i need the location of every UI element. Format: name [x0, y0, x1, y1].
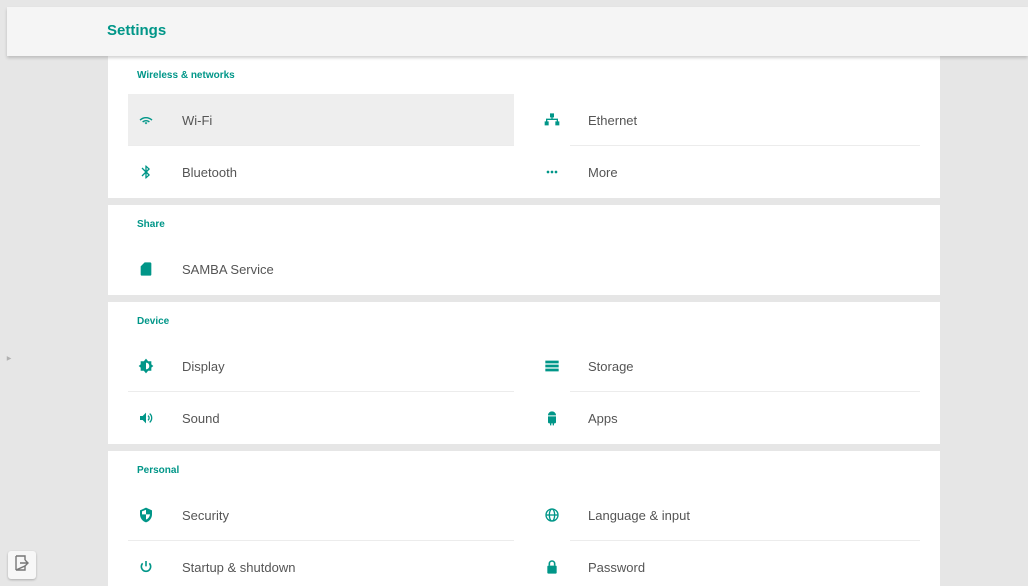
ethernet-icon: [544, 112, 560, 128]
settings-item-label: More: [588, 164, 618, 180]
section-title: Device: [137, 316, 170, 327]
storage-icon: [544, 358, 560, 374]
android-icon: [544, 410, 560, 426]
settings-item-wifi[interactable]: Wi-Fi: [128, 94, 514, 146]
chevron-right-icon: ▶: [6, 355, 12, 362]
section-share: Share SAMBA Service: [108, 205, 940, 295]
settings-item-label: Sound: [182, 410, 220, 426]
section-personal: Personal Security Language & input Start…: [108, 451, 940, 586]
settings-item-label: Storage: [588, 358, 634, 374]
side-panel-handle[interactable]: ▶: [4, 348, 14, 368]
settings-item-label: Display: [182, 358, 225, 374]
settings-item-label: Apps: [588, 410, 618, 426]
section-title: Personal: [137, 465, 180, 476]
globe-icon: [544, 507, 560, 523]
settings-item-apps[interactable]: Apps: [534, 392, 920, 444]
section-title: Share: [137, 219, 165, 230]
section-wireless-networks: Wireless & networks Wi-Fi Ethernet Bluet…: [108, 56, 940, 198]
settings-item-startup-shutdown[interactable]: Startup & shutdown: [128, 541, 514, 586]
brightness-icon: [138, 358, 154, 374]
settings-item-label: Ethernet: [588, 112, 638, 128]
settings-item-label: Language & input: [588, 507, 690, 523]
settings-item-display[interactable]: Display: [128, 340, 514, 392]
shield-icon: [138, 507, 154, 523]
settings-item-language-input[interactable]: Language & input: [534, 489, 920, 541]
settings-item-sound[interactable]: Sound: [128, 392, 514, 444]
settings-item-bluetooth[interactable]: Bluetooth: [128, 146, 514, 198]
settings-item-label: Password: [588, 559, 646, 575]
bluetooth-icon: [138, 164, 154, 180]
more-icon: [544, 164, 560, 180]
settings-item-password[interactable]: Password: [534, 541, 920, 586]
settings-item-storage[interactable]: Storage: [534, 340, 920, 392]
section-title: Wireless & networks: [137, 70, 235, 81]
lock-icon: [544, 559, 560, 575]
settings-item-more[interactable]: More: [534, 146, 920, 198]
section-device: Device Display Storage Sound Apps: [108, 302, 940, 444]
settings-list: Wireless & networks Wi-Fi Ethernet Bluet…: [108, 56, 940, 586]
settings-item-label: Security: [182, 507, 229, 523]
sd-card-icon: [138, 261, 154, 277]
settings-item-label: Wi-Fi: [182, 112, 213, 128]
app-bar: Settings: [7, 7, 1028, 56]
settings-item-samba-service[interactable]: SAMBA Service: [128, 243, 920, 295]
exit-icon: [15, 554, 29, 576]
settings-item-ethernet[interactable]: Ethernet: [534, 94, 920, 146]
wifi-icon: [138, 112, 154, 128]
power-icon: [138, 559, 154, 575]
settings-item-label: Startup & shutdown: [182, 559, 296, 575]
page-title: Settings: [107, 22, 167, 39]
exit-button[interactable]: [8, 551, 36, 579]
settings-item-label: SAMBA Service: [182, 261, 274, 277]
settings-item-label: Bluetooth: [182, 164, 237, 180]
settings-item-security[interactable]: Security: [128, 489, 514, 541]
volume-icon: [138, 410, 154, 426]
